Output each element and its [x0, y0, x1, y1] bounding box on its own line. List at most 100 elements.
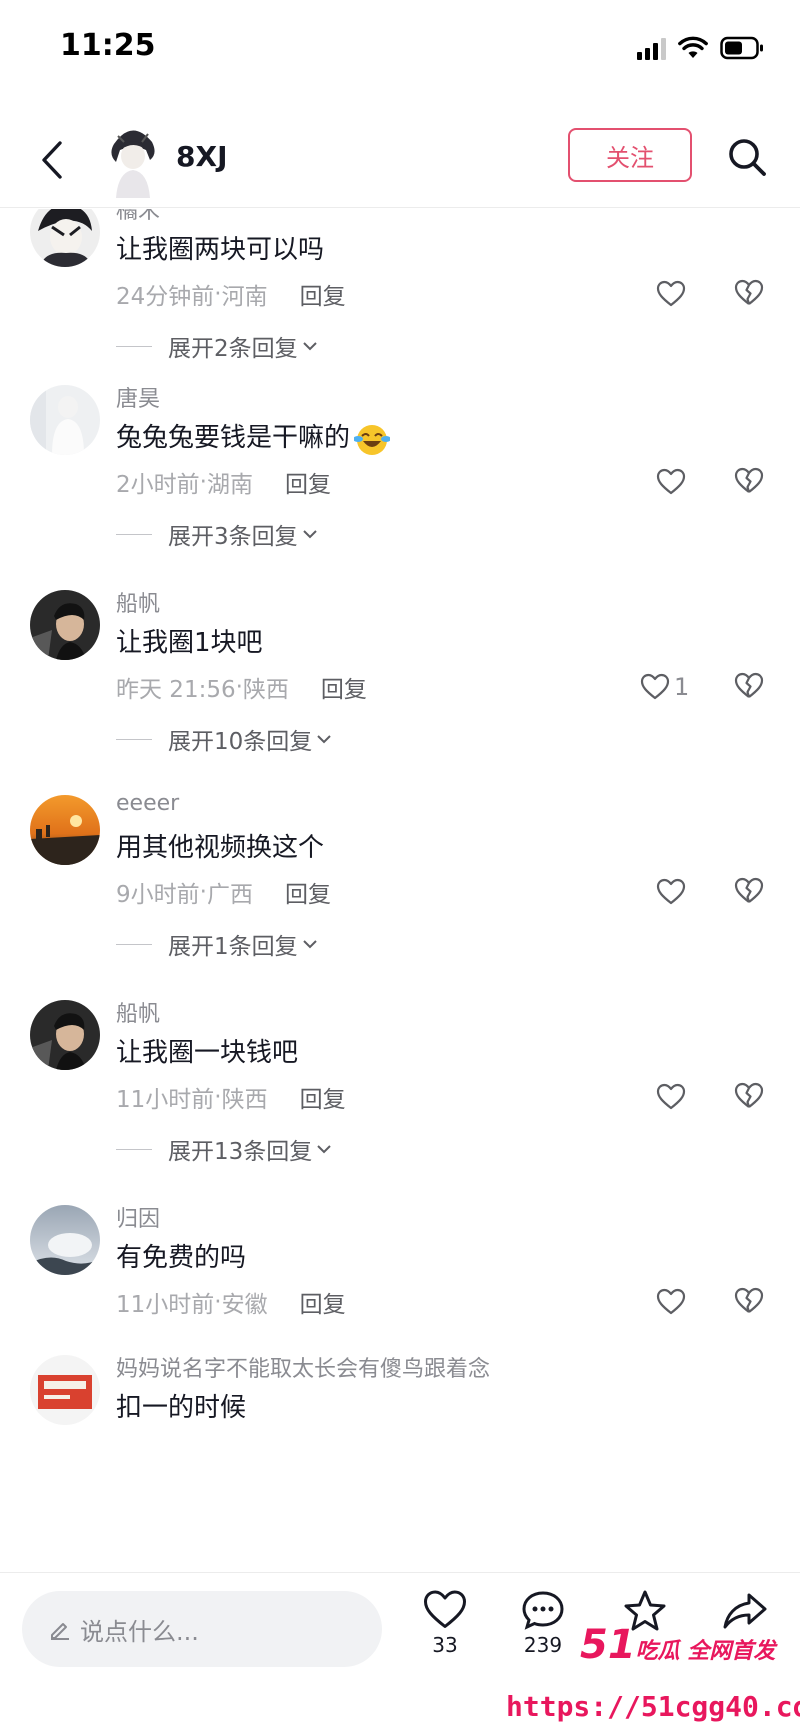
- search-button[interactable]: [722, 132, 772, 182]
- comment-username[interactable]: 船帆: [116, 996, 160, 1028]
- comment-username[interactable]: eeeer: [116, 791, 179, 816]
- broken-heart-icon: [734, 877, 764, 903]
- avatar[interactable]: [30, 1355, 100, 1425]
- dislike-button[interactable]: [734, 1287, 764, 1317]
- comment-username[interactable]: 橘禾: [116, 209, 160, 225]
- profile-avatar[interactable]: [100, 120, 164, 198]
- comment-meta: 昨天 21:56 · 陕西 回复: [116, 670, 367, 704]
- reply-button[interactable]: 回复: [300, 1285, 346, 1319]
- expand-replies-label: 展开13条回复: [168, 1139, 313, 1165]
- comment-username[interactable]: 妈妈说名字不能取太长会有傻鸟跟着念: [116, 1351, 490, 1383]
- watermark-logo: 51吃瓜 全网首发: [580, 1622, 775, 1668]
- comment-item: 橘禾 让我圈两块可以吗 24分钟前 · 河南 回复 展开2条回复: [0, 209, 800, 393]
- comment-item: eeeer 用其他视频换这个 9小时前 · 广西 回复 展开1条回复: [0, 791, 800, 991]
- comment-item: 唐昊 兔兔兔要钱是干嘛的 2小时前 · 湖南 回复 展开3条回复: [0, 381, 800, 581]
- back-button[interactable]: [30, 134, 74, 186]
- avatar[interactable]: [30, 795, 100, 865]
- watermark-url: https://51cgg40.com: [506, 1690, 800, 1723]
- comment-meta: 9小时前 · 广西 回复: [116, 875, 331, 909]
- comment-username[interactable]: 船帆: [116, 586, 160, 618]
- avatar[interactable]: [30, 590, 100, 660]
- comment-button[interactable]: 239: [508, 1589, 578, 1657]
- broken-heart-icon: [734, 279, 764, 305]
- comment-time: 昨天 21:56: [116, 677, 236, 703]
- meta-separator: ·: [199, 879, 207, 905]
- like-button[interactable]: [656, 279, 690, 309]
- broken-heart-icon: [734, 467, 764, 493]
- reply-button[interactable]: 回复: [300, 277, 346, 311]
- expand-replies-label: 展开3条回复: [168, 524, 298, 550]
- watermark-logo-text: 吃瓜 全网首发: [635, 1639, 776, 1664]
- divider-line: [116, 533, 152, 535]
- comment-item: 妈妈说名字不能取太长会有傻鸟跟着念 扣一的时候: [0, 1351, 800, 1551]
- comment-item: 船帆 让我圈一块钱吧 11小时前 · 陕西 回复 展开13条回复: [0, 996, 800, 1196]
- comment-meta: 24分钟前 · 河南 回复: [116, 277, 346, 311]
- comment-location: 河南: [221, 284, 268, 310]
- reply-button[interactable]: 回复: [321, 670, 367, 704]
- meta-separator: ·: [214, 1084, 222, 1110]
- like-count: 1: [674, 673, 690, 701]
- divider-line: [116, 943, 152, 945]
- dislike-button[interactable]: [734, 279, 764, 309]
- comment-count: 239: [523, 1633, 563, 1657]
- like-button[interactable]: 1: [640, 672, 689, 702]
- broken-heart-icon: [734, 1287, 764, 1313]
- broken-heart-icon: [734, 1082, 764, 1108]
- like-video-button[interactable]: 33: [410, 1589, 480, 1657]
- dislike-button[interactable]: [734, 467, 764, 497]
- dislike-button[interactable]: [734, 877, 764, 907]
- dislike-button[interactable]: [734, 672, 764, 702]
- avatar[interactable]: [30, 1205, 100, 1275]
- expand-replies-button[interactable]: 展开13条回复: [116, 1132, 332, 1166]
- divider-line: [116, 345, 152, 347]
- chevron-down-icon: [316, 1143, 332, 1155]
- chevron-down-icon: [302, 938, 318, 950]
- meta-separator: ·: [214, 1289, 222, 1315]
- dislike-button[interactable]: [734, 1082, 764, 1112]
- comment-text: 用其他视频换这个: [116, 833, 325, 863]
- heart-icon: [656, 468, 686, 495]
- comment-location: 安徽: [221, 1292, 268, 1318]
- comment-meta: 2小时前 · 湖南 回复: [116, 465, 331, 499]
- expand-replies-button[interactable]: 展开3条回复: [116, 517, 318, 551]
- like-button[interactable]: [656, 1287, 690, 1317]
- avatar[interactable]: [30, 1000, 100, 1070]
- comment-input-placeholder: 说点什么...: [80, 1617, 199, 1646]
- meta-separator: ·: [235, 674, 243, 700]
- comment-time: 2小时前: [116, 472, 200, 498]
- comment-location: 陕西: [242, 677, 289, 703]
- like-button[interactable]: [656, 467, 690, 497]
- like-button[interactable]: [656, 877, 690, 907]
- expand-replies-button[interactable]: 展开10条回复: [116, 722, 332, 756]
- like-count: 33: [432, 1633, 458, 1657]
- comment-username[interactable]: 归因: [116, 1201, 160, 1233]
- chevron-down-icon: [302, 528, 318, 540]
- comment-bubble-icon: [522, 1591, 564, 1630]
- signal-icon: [637, 36, 666, 60]
- comment-list[interactable]: 橘禾 让我圈两块可以吗 24分钟前 · 河南 回复 展开2条回复 唐昊 兔兔兔要钱是…: [0, 209, 800, 1571]
- avatar[interactable]: [30, 385, 100, 455]
- comment-username[interactable]: 唐昊: [116, 381, 160, 413]
- follow-button[interactable]: 关注: [568, 128, 692, 182]
- comment-time: 9小时前: [116, 882, 200, 908]
- reply-button[interactable]: 回复: [300, 1080, 346, 1114]
- expand-replies-button[interactable]: 展开1条回复: [116, 927, 318, 961]
- status-time: 11:25: [60, 28, 156, 63]
- comment-time: 11小时前: [116, 1087, 215, 1113]
- chevron-left-icon: [42, 141, 62, 179]
- heart-icon: [656, 280, 686, 307]
- reply-button[interactable]: 回复: [285, 875, 331, 909]
- pencil-icon: [51, 1623, 69, 1640]
- profile-name[interactable]: 8XJ: [176, 140, 228, 173]
- like-button[interactable]: [656, 1082, 690, 1112]
- status-icons: [637, 34, 764, 62]
- header: 8XJ 关注: [0, 112, 800, 208]
- expand-replies-button[interactable]: 展开2条回复: [116, 329, 318, 363]
- comment-text: 扣一的时候: [116, 1393, 247, 1423]
- laughing-crying-emoji-icon: [353, 421, 392, 457]
- battery-icon: [720, 36, 763, 60]
- comment-input[interactable]: 说点什么...: [22, 1591, 382, 1667]
- avatar[interactable]: [30, 209, 100, 267]
- expand-replies-label: 展开10条回复: [168, 729, 313, 755]
- reply-button[interactable]: 回复: [285, 465, 331, 499]
